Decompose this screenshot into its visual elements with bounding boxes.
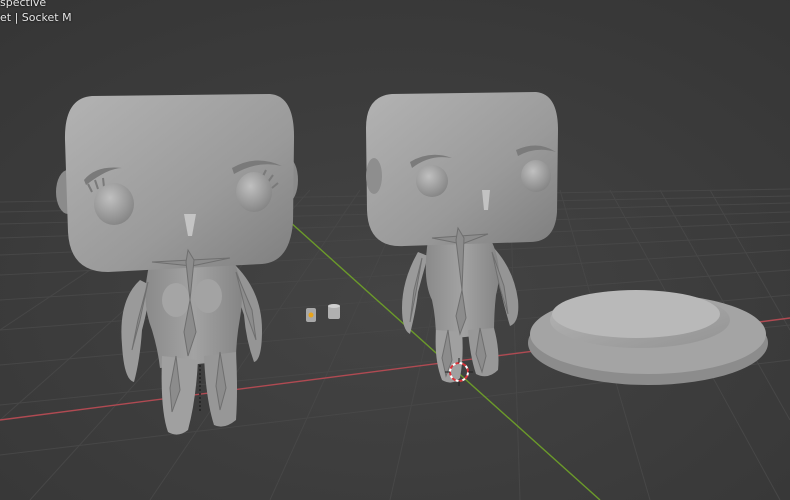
chest-right [194, 279, 222, 313]
left-eye [416, 165, 448, 197]
scene-canvas[interactable] [0, 0, 790, 500]
right-eye [236, 172, 272, 212]
torso [145, 258, 242, 368]
left-eye [94, 183, 134, 225]
3d-viewport[interactable]: spective et | Socket M [0, 0, 790, 500]
camera-icon[interactable] [328, 304, 340, 319]
view-mode-label: spective [0, 0, 47, 9]
side-ear [366, 158, 382, 194]
light-icon[interactable] [306, 308, 316, 322]
right-eye [521, 160, 551, 192]
collection-info-label: et | Socket M [0, 11, 72, 24]
chest-left [162, 283, 190, 317]
